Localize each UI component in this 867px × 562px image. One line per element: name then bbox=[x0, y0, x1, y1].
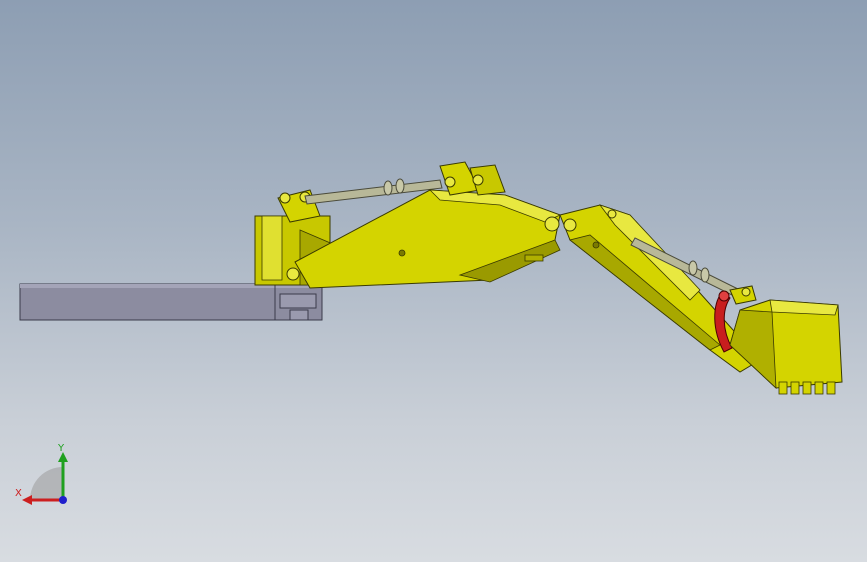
excavator-arm-model[interactable] bbox=[0, 0, 867, 562]
x-arrow-icon bbox=[22, 495, 32, 505]
x-axis-label: X bbox=[15, 488, 22, 499]
triad-plane bbox=[30, 467, 63, 500]
z-axis-dot bbox=[59, 496, 67, 504]
y-axis-label: Y bbox=[57, 443, 65, 454]
graphics-viewport[interactable]: Y X bbox=[0, 0, 867, 562]
base-beam[interactable] bbox=[19, 283, 323, 321]
boom[interactable] bbox=[294, 161, 562, 289]
bucket[interactable] bbox=[729, 299, 843, 395]
coordinate-triad[interactable]: Y X bbox=[10, 440, 80, 510]
